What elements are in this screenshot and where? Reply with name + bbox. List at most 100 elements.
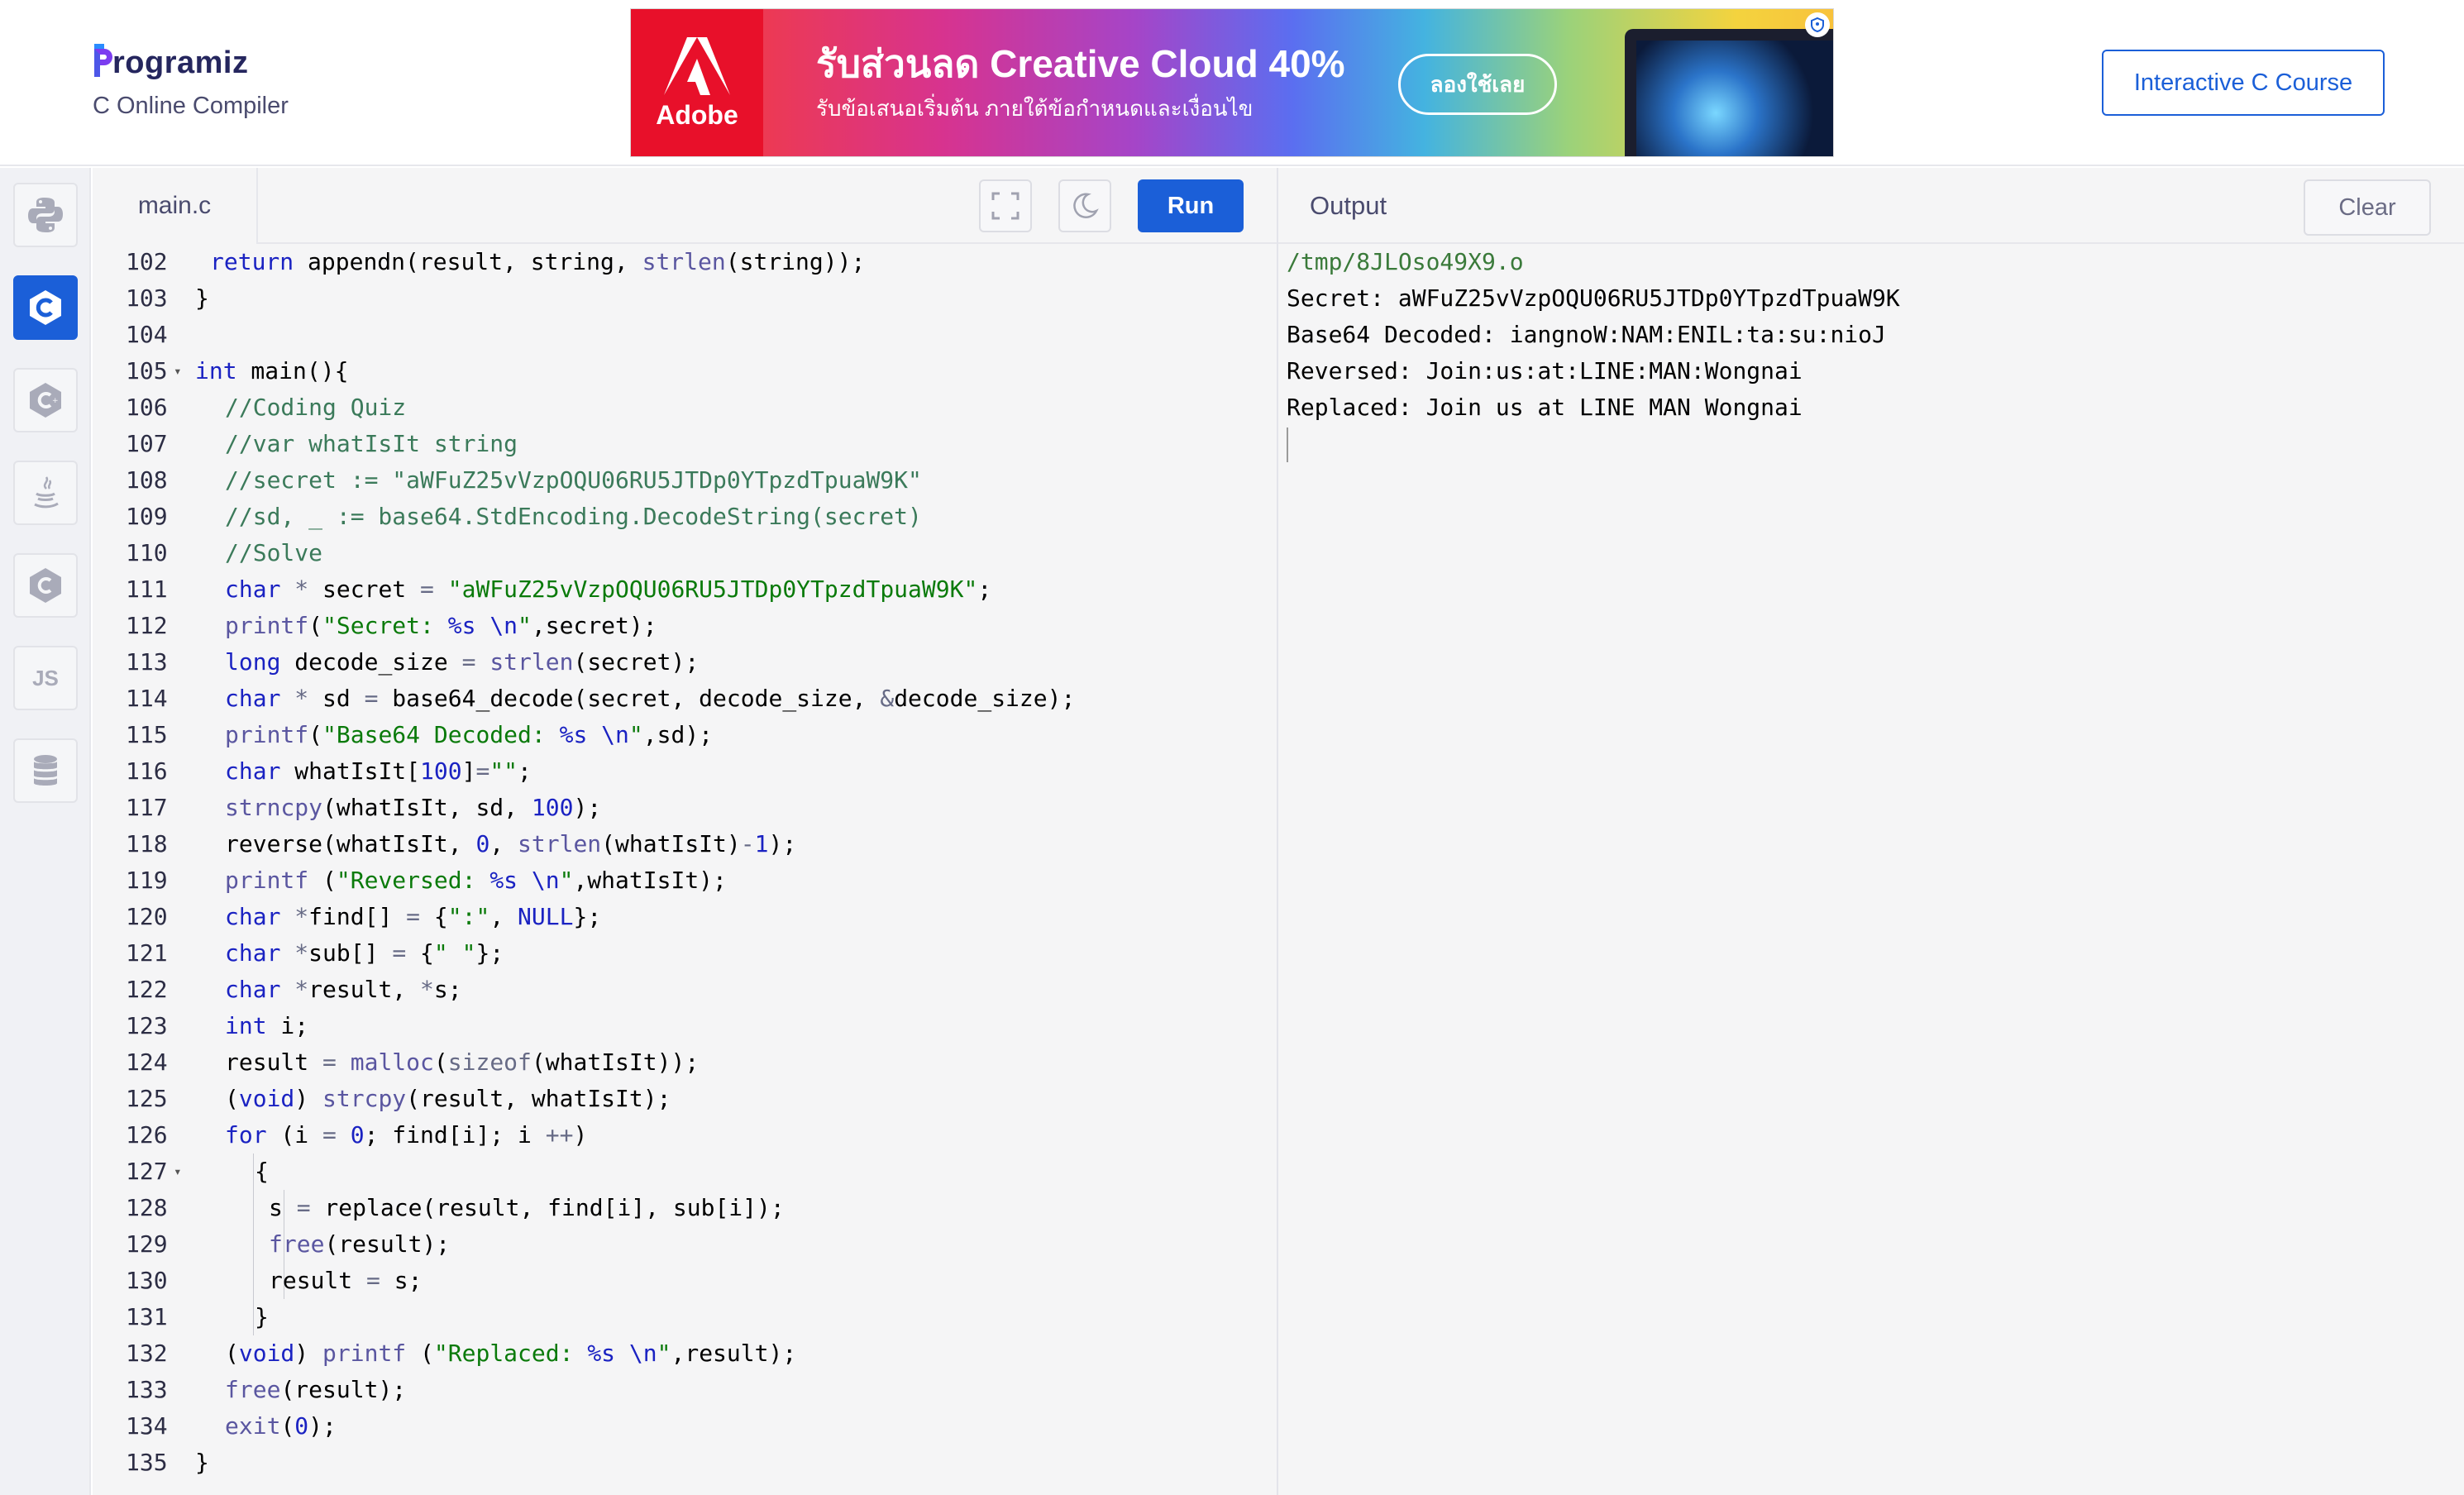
line-number: 127 <box>126 1158 168 1185</box>
c-icon <box>30 290 61 325</box>
advertisement-banner[interactable]: Adobe รับส่วนลด Creative Cloud 40% รับข้… <box>630 8 1834 157</box>
indent-guide <box>253 1299 254 1335</box>
ad-title: รับส่วนลด Creative Cloud 40% <box>816 42 1345 85</box>
javascript-language-button[interactable]: JS <box>13 646 78 710</box>
line-number: 105 <box>126 357 168 384</box>
code-line: 117 strncpy(whatIsIt, sd, 100); <box>93 790 1277 826</box>
line-number: 106 <box>126 394 168 421</box>
code-line: 133 free(result); <box>93 1372 1277 1408</box>
code-text: free(result); <box>225 1376 407 1403</box>
code-text: (void) printf ("Replaced: %s \n",result)… <box>225 1340 797 1367</box>
code-line: 112 printf("Secret: %s \n",secret); <box>93 608 1277 644</box>
indent-guide <box>253 1226 254 1263</box>
code-text: printf("Secret: %s \n",secret); <box>225 612 657 639</box>
line-number: 102 <box>126 248 168 275</box>
code-line: 131} <box>93 1299 1277 1335</box>
java-icon <box>34 476 59 509</box>
output-title: Output <box>1310 191 1387 220</box>
interactive-course-button[interactable]: Interactive C Course <box>2102 50 2385 116</box>
code-line: 125 (void) strcpy(result, whatIsIt); <box>93 1081 1277 1117</box>
code-line: 128 s = replace(result, find[i], sub[i]); <box>93 1190 1277 1226</box>
output-line: Base64 Decoded: iangnoW:NAM:ENIL:ta:su:n… <box>1287 321 1886 348</box>
code-line: 127 ▾ { <box>93 1153 1277 1190</box>
line-number: 134 <box>126 1412 168 1440</box>
js-icon: JS <box>32 665 59 690</box>
output-line: Replaced: Join us at LINE MAN Wongnai <box>1287 394 1803 421</box>
code-line: 109 //sd, _ := base64.StdEncoding.DecodeS… <box>93 499 1277 535</box>
fold-arrow-icon[interactable]: ▾ <box>174 353 182 389</box>
code-text: char *find[] = {":", NULL}; <box>225 903 602 930</box>
programiz-logo[interactable]: rogramiz <box>93 40 248 86</box>
code-line: 122 char *result, *s; <box>93 972 1277 1008</box>
java-language-button[interactable] <box>13 461 78 525</box>
ad-choices-icon[interactable] <box>1805 12 1830 37</box>
code-text: //Solve <box>225 539 323 566</box>
code-line: 134 exit(0); <box>93 1408 1277 1445</box>
output-console[interactable]: /tmp/8JLOso49X9.o Secret: aWFuZ25vVzpOQU… <box>1287 244 2464 1495</box>
page-subtitle: C Online Compiler <box>93 93 289 119</box>
clear-button[interactable]: Clear <box>2304 179 2431 236</box>
code-line: 120 char *find[] = {":", NULL}; <box>93 899 1277 935</box>
code-line: 106 //Coding Quiz <box>93 389 1277 426</box>
svg-text:+: + <box>52 397 59 405</box>
code-text: } <box>195 284 209 312</box>
line-number: 108 <box>126 466 168 494</box>
run-button[interactable]: Run <box>1138 179 1244 232</box>
code-text: for (i = 0; find[i]; i ++) <box>225 1121 588 1149</box>
line-number: 131 <box>126 1303 168 1330</box>
line-number: 126 <box>126 1121 168 1149</box>
code-text: int i; <box>225 1012 309 1039</box>
line-number: 128 <box>126 1194 168 1221</box>
line-number: 135 <box>126 1449 168 1476</box>
line-number: 129 <box>126 1230 168 1258</box>
logo-text: rogramiz <box>112 45 249 80</box>
output-toolbar: Output Clear <box>1278 168 2464 244</box>
tab-main-c[interactable]: main.c <box>93 168 258 244</box>
database-icon <box>34 755 57 786</box>
code-text: free(result); <box>269 1230 451 1258</box>
code-text: long decode_size = strlen(secret); <box>225 648 700 676</box>
code-line: 111 char * secret = "aWFuZ25vVzpOQU06RU5J… <box>93 571 1277 608</box>
code-line: 130 result = s; <box>93 1263 1277 1299</box>
code-line: 113 long decode_size = strlen(secret); <box>93 644 1277 681</box>
code-line: 124 result = malloc(sizeof(whatIsIt)); <box>93 1044 1277 1081</box>
fullscreen-icon <box>991 192 1020 220</box>
line-number: 133 <box>126 1376 168 1403</box>
cpp-language-button[interactable]: + <box>13 368 78 432</box>
ad-laptop-image <box>1625 29 1833 156</box>
line-number: 111 <box>126 576 168 603</box>
language-sidebar: + JS <box>0 168 91 1495</box>
code-text: reverse(whatIsIt, 0, strlen(whatIsIt)-1)… <box>225 830 797 857</box>
line-number: 122 <box>126 976 168 1003</box>
programiz-logo-icon <box>93 42 114 84</box>
moon-icon <box>1073 193 1099 219</box>
c-language-button[interactable] <box>13 275 78 340</box>
code-text: char *result, *s; <box>225 976 462 1003</box>
code-text-area[interactable]: 102 return appendn(result, string, strlen… <box>93 244 1277 1495</box>
line-number: 118 <box>126 830 168 857</box>
code-line: 118 reverse(whatIsIt, 0, strlen(whatIsIt)… <box>93 826 1277 862</box>
line-number: 112 <box>126 612 168 639</box>
indent-guide <box>253 1153 254 1190</box>
line-number: 109 <box>126 503 168 530</box>
code-text: exit(0); <box>225 1412 337 1440</box>
code-text: //sd, _ := base64.StdEncoding.DecodeStri… <box>225 503 922 530</box>
code-text: char * secret = "aWFuZ25vVzpOQU06RU5JTDp… <box>225 576 992 603</box>
ad-cta-button[interactable]: ลองใช้เลย <box>1398 54 1557 115</box>
theme-toggle-button[interactable] <box>1058 179 1111 232</box>
python-language-button[interactable] <box>13 183 78 247</box>
sql-language-button[interactable] <box>13 738 78 803</box>
editor-toolbar: main.c Run <box>93 168 1277 244</box>
csharp-language-button[interactable] <box>13 553 78 618</box>
fold-arrow-icon[interactable]: ▾ <box>174 1153 182 1190</box>
cpp-icon: + <box>30 383 61 418</box>
adobe-logo: Adobe <box>631 9 763 156</box>
output-line: Secret: aWFuZ25vVzpOQU06RU5JTDp0YTpzdTpu… <box>1287 284 1900 312</box>
code-line: 123 int i; <box>93 1008 1277 1044</box>
output-panel: Output Clear /tmp/8JLOso49X9.o Secret: a… <box>1277 168 2464 1495</box>
code-text: { <box>255 1158 269 1185</box>
code-text: (void) strcpy(result, whatIsIt); <box>225 1085 671 1112</box>
fullscreen-button[interactable] <box>979 179 1032 232</box>
code-line: 114 char * sd = base64_decode(secret, dec… <box>93 681 1277 717</box>
ad-brand: Adobe <box>656 99 738 130</box>
